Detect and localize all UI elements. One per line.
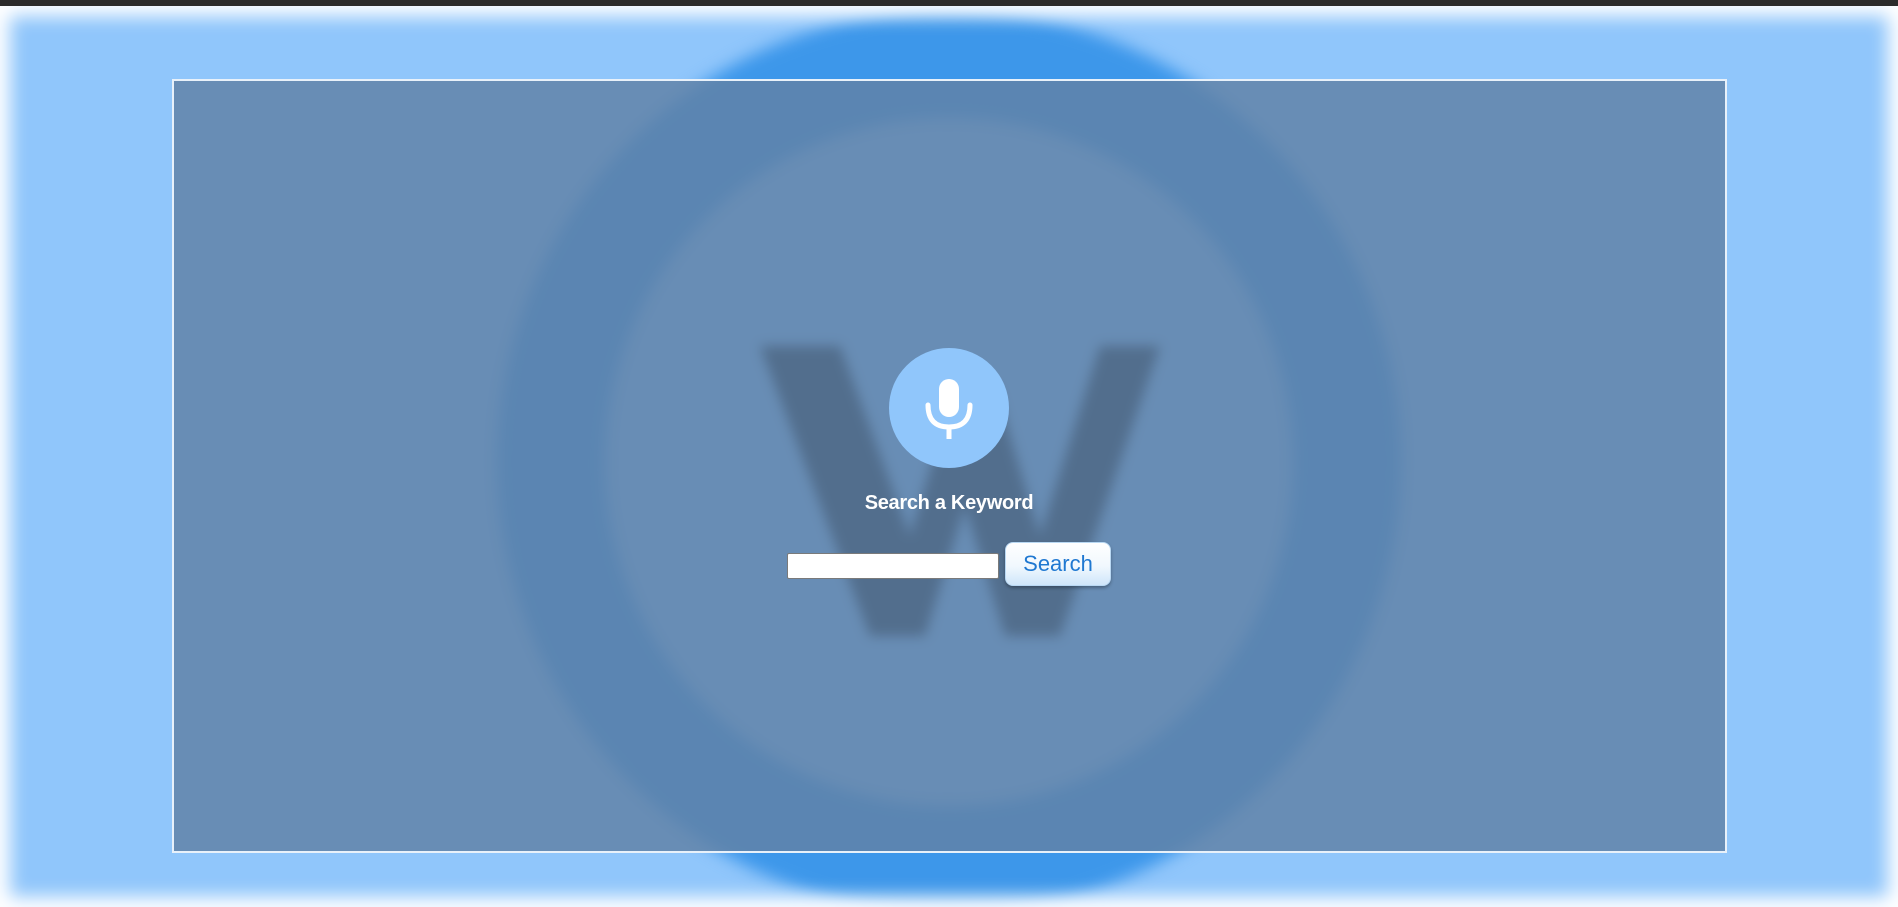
page-title: Search a Keyword: [864, 492, 1034, 514]
search-input[interactable]: [787, 553, 999, 579]
voice-search-button[interactable]: [889, 348, 1009, 468]
microphone-icon: [925, 379, 973, 439]
search-button[interactable]: Search: [1005, 542, 1111, 586]
